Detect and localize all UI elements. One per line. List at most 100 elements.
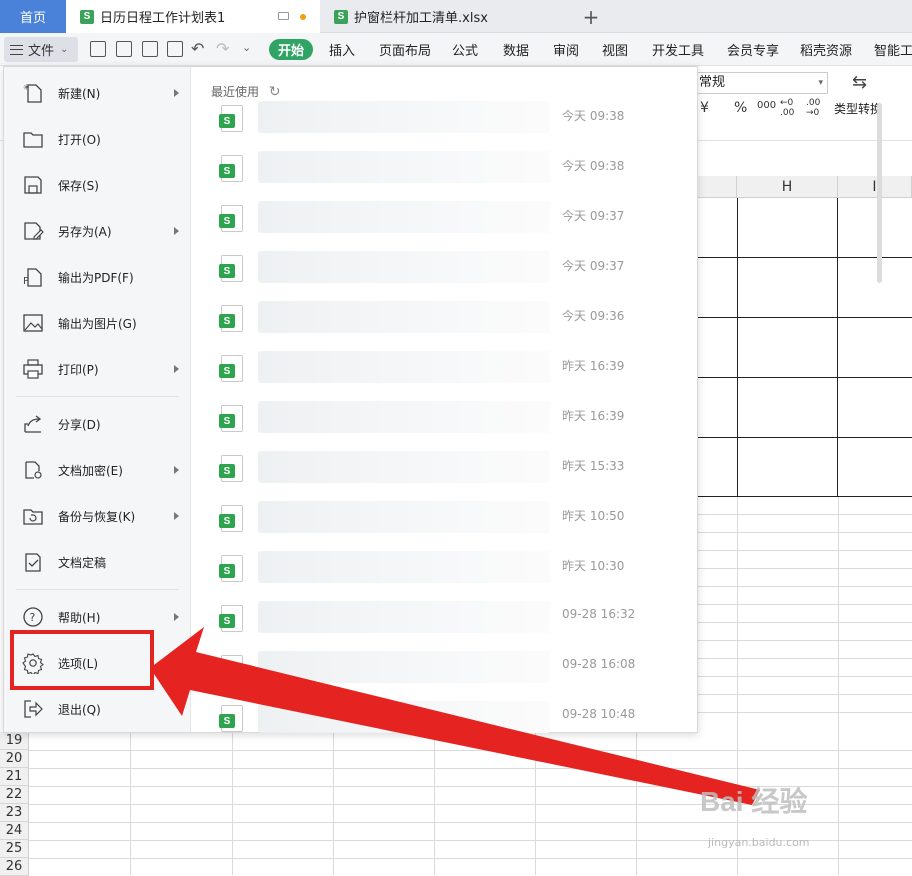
row-header[interactable]: 23 [0, 804, 29, 822]
grid-line [29, 822, 912, 823]
percent-button[interactable]: % [734, 100, 747, 116]
undo-icon[interactable]: ↶ [191, 39, 204, 58]
blurred-filename [258, 101, 550, 133]
export-icon[interactable] [116, 41, 132, 57]
column-header-g[interactable] [697, 176, 737, 198]
menu-item-export-pdf[interactable]: P 输出为PDF(F) [4, 254, 191, 300]
recent-file-row[interactable]: S 09-28 16:32 [192, 593, 687, 643]
menu-item-label: 打印(P) [58, 362, 99, 377]
menu-item-backup[interactable]: 备份与恢复(K) [4, 493, 191, 539]
new-tab-button[interactable]: + [580, 0, 602, 33]
watermark-logo: Bai 经验 [700, 786, 808, 817]
menu-item-label: 另存为(A) [58, 224, 112, 239]
row-header[interactable]: 22 [0, 786, 29, 804]
redo-icon[interactable]: ↷ [216, 39, 229, 58]
menu-page-layout[interactable]: 页面布局 [379, 33, 431, 66]
menu-item-encrypt[interactable]: 文档加密(E) [4, 447, 191, 493]
grid-line [838, 496, 839, 875]
menu-insert[interactable]: 插入 [329, 33, 355, 66]
save-icon [24, 176, 42, 194]
menu-item-label: 保存(S) [58, 178, 99, 193]
increase-decimal-button[interactable]: .00 →0 [806, 98, 826, 118]
tab-home[interactable]: 首页 [0, 0, 66, 33]
recent-file-row[interactable]: S 昨天 16:39 [192, 393, 687, 443]
chevron-right-icon [174, 512, 179, 520]
grid-line [697, 550, 912, 551]
print-preview-icon[interactable] [167, 41, 183, 57]
monitor-icon[interactable] [278, 12, 289, 20]
grid-line [697, 586, 912, 587]
more-chevron-icon[interactable]: ⌄ [242, 41, 251, 54]
encrypt-icon [25, 461, 42, 479]
blurred-filename [258, 301, 550, 333]
row-header[interactable]: 19 [0, 732, 29, 750]
save-icon[interactable] [90, 41, 106, 57]
print-icon[interactable] [142, 41, 158, 57]
menu-item-share[interactable]: 分享(D) [4, 401, 191, 447]
recent-file-row[interactable]: S 昨天 10:50 [192, 493, 687, 543]
menu-smart[interactable]: 智能工 [874, 33, 912, 66]
menu-item-label: 输出为PDF(F) [58, 270, 134, 285]
recent-file-row[interactable]: S 09-28 16:08 [192, 643, 687, 693]
blurred-filename [258, 151, 550, 183]
file-menu-button[interactable]: 文件 ⌄ [4, 37, 78, 62]
recent-file-row[interactable]: S 09-28 10:48 [192, 693, 687, 743]
recent-file-row[interactable]: S 昨天 15:33 [192, 443, 687, 493]
chevron-right-icon [174, 613, 179, 621]
menu-item-export-image[interactable]: 输出为图片(G) [4, 300, 191, 346]
chevron-down-icon: ⌄ [60, 44, 69, 55]
recent-file-row[interactable]: S 昨天 16:39 [192, 343, 687, 393]
tab-document-1[interactable]: S 日历日程工作计划表1 [66, 0, 320, 33]
menu-start[interactable]: 开始 [269, 39, 313, 60]
recent-file-row[interactable]: S 今天 09:38 [192, 143, 687, 193]
thousands-button[interactable]: 000 [757, 100, 776, 111]
menu-review[interactable]: 审阅 [553, 33, 579, 66]
menu-formula[interactable]: 公式 [452, 33, 478, 66]
menu-item-label: 退出(Q) [58, 702, 101, 717]
recent-file-row[interactable]: S 今天 09:38 [192, 93, 687, 143]
tab-document-2[interactable]: S 护窗栏杆加工清单.xlsx [320, 0, 572, 33]
dropdown-arrow-icon: ▾ [818, 78, 823, 88]
grid-line [697, 622, 912, 623]
menu-data[interactable]: 数据 [503, 33, 529, 66]
menu-item-new[interactable]: ✳ 新建(N) [4, 70, 191, 116]
menu-item-finalize[interactable]: 文档定稿 [4, 539, 191, 585]
recent-file-row[interactable]: S 今天 09:37 [192, 243, 687, 293]
number-format-select[interactable]: 常规 ▾ [694, 72, 828, 94]
menu-item-print[interactable]: 打印(P) [4, 346, 191, 392]
row-header[interactable]: 26 [0, 858, 29, 876]
chevron-right-icon [174, 466, 179, 474]
row-header[interactable]: 25 [0, 840, 29, 858]
menu-divider [16, 396, 179, 397]
type-convert-icon[interactable]: ⇆ [852, 72, 867, 93]
blurred-filename [258, 401, 550, 433]
menu-item-save-as[interactable]: 另存为(A) [4, 208, 191, 254]
scrollbar[interactable] [877, 103, 882, 283]
column-header-i[interactable]: I [838, 176, 912, 198]
row-header[interactable]: 21 [0, 768, 29, 786]
column-header-h[interactable]: H [737, 176, 838, 198]
menu-view[interactable]: 视图 [602, 33, 628, 66]
menu-member[interactable]: 会员专享 [727, 33, 779, 66]
file-menu-label: 文件 [28, 44, 55, 59]
printer-icon [23, 359, 43, 379]
recent-file-row[interactable]: S 昨天 10:30 [192, 543, 687, 593]
type-convert-button[interactable]: 类型转换 [834, 100, 882, 117]
spreadsheet-file-icon: S [219, 305, 243, 332]
menu-developer[interactable]: 开发工具 [652, 33, 704, 66]
row-header[interactable]: 24 [0, 822, 29, 840]
menu-item-open[interactable]: 打开(O) [4, 116, 191, 162]
decrease-decimal-button[interactable]: ←0 .00 [780, 98, 800, 118]
row-header[interactable]: 20 [0, 750, 29, 768]
recent-file-time: 今天 09:37 [562, 259, 625, 273]
menu-item-label: 文档加密(E) [58, 463, 123, 478]
grid-line [29, 750, 912, 751]
spreadsheet-icon: S [334, 9, 348, 24]
currency-button[interactable]: ¥ [700, 100, 709, 116]
menu-docer[interactable]: 稻壳资源 [800, 33, 852, 66]
recent-file-row[interactable]: S 今天 09:37 [192, 193, 687, 243]
spreadsheet-file-icon: S [219, 255, 243, 282]
menu-item-exit[interactable]: 退出(Q) [4, 686, 191, 732]
menu-item-save[interactable]: 保存(S) [4, 162, 191, 208]
recent-file-row[interactable]: S 今天 09:36 [192, 293, 687, 343]
